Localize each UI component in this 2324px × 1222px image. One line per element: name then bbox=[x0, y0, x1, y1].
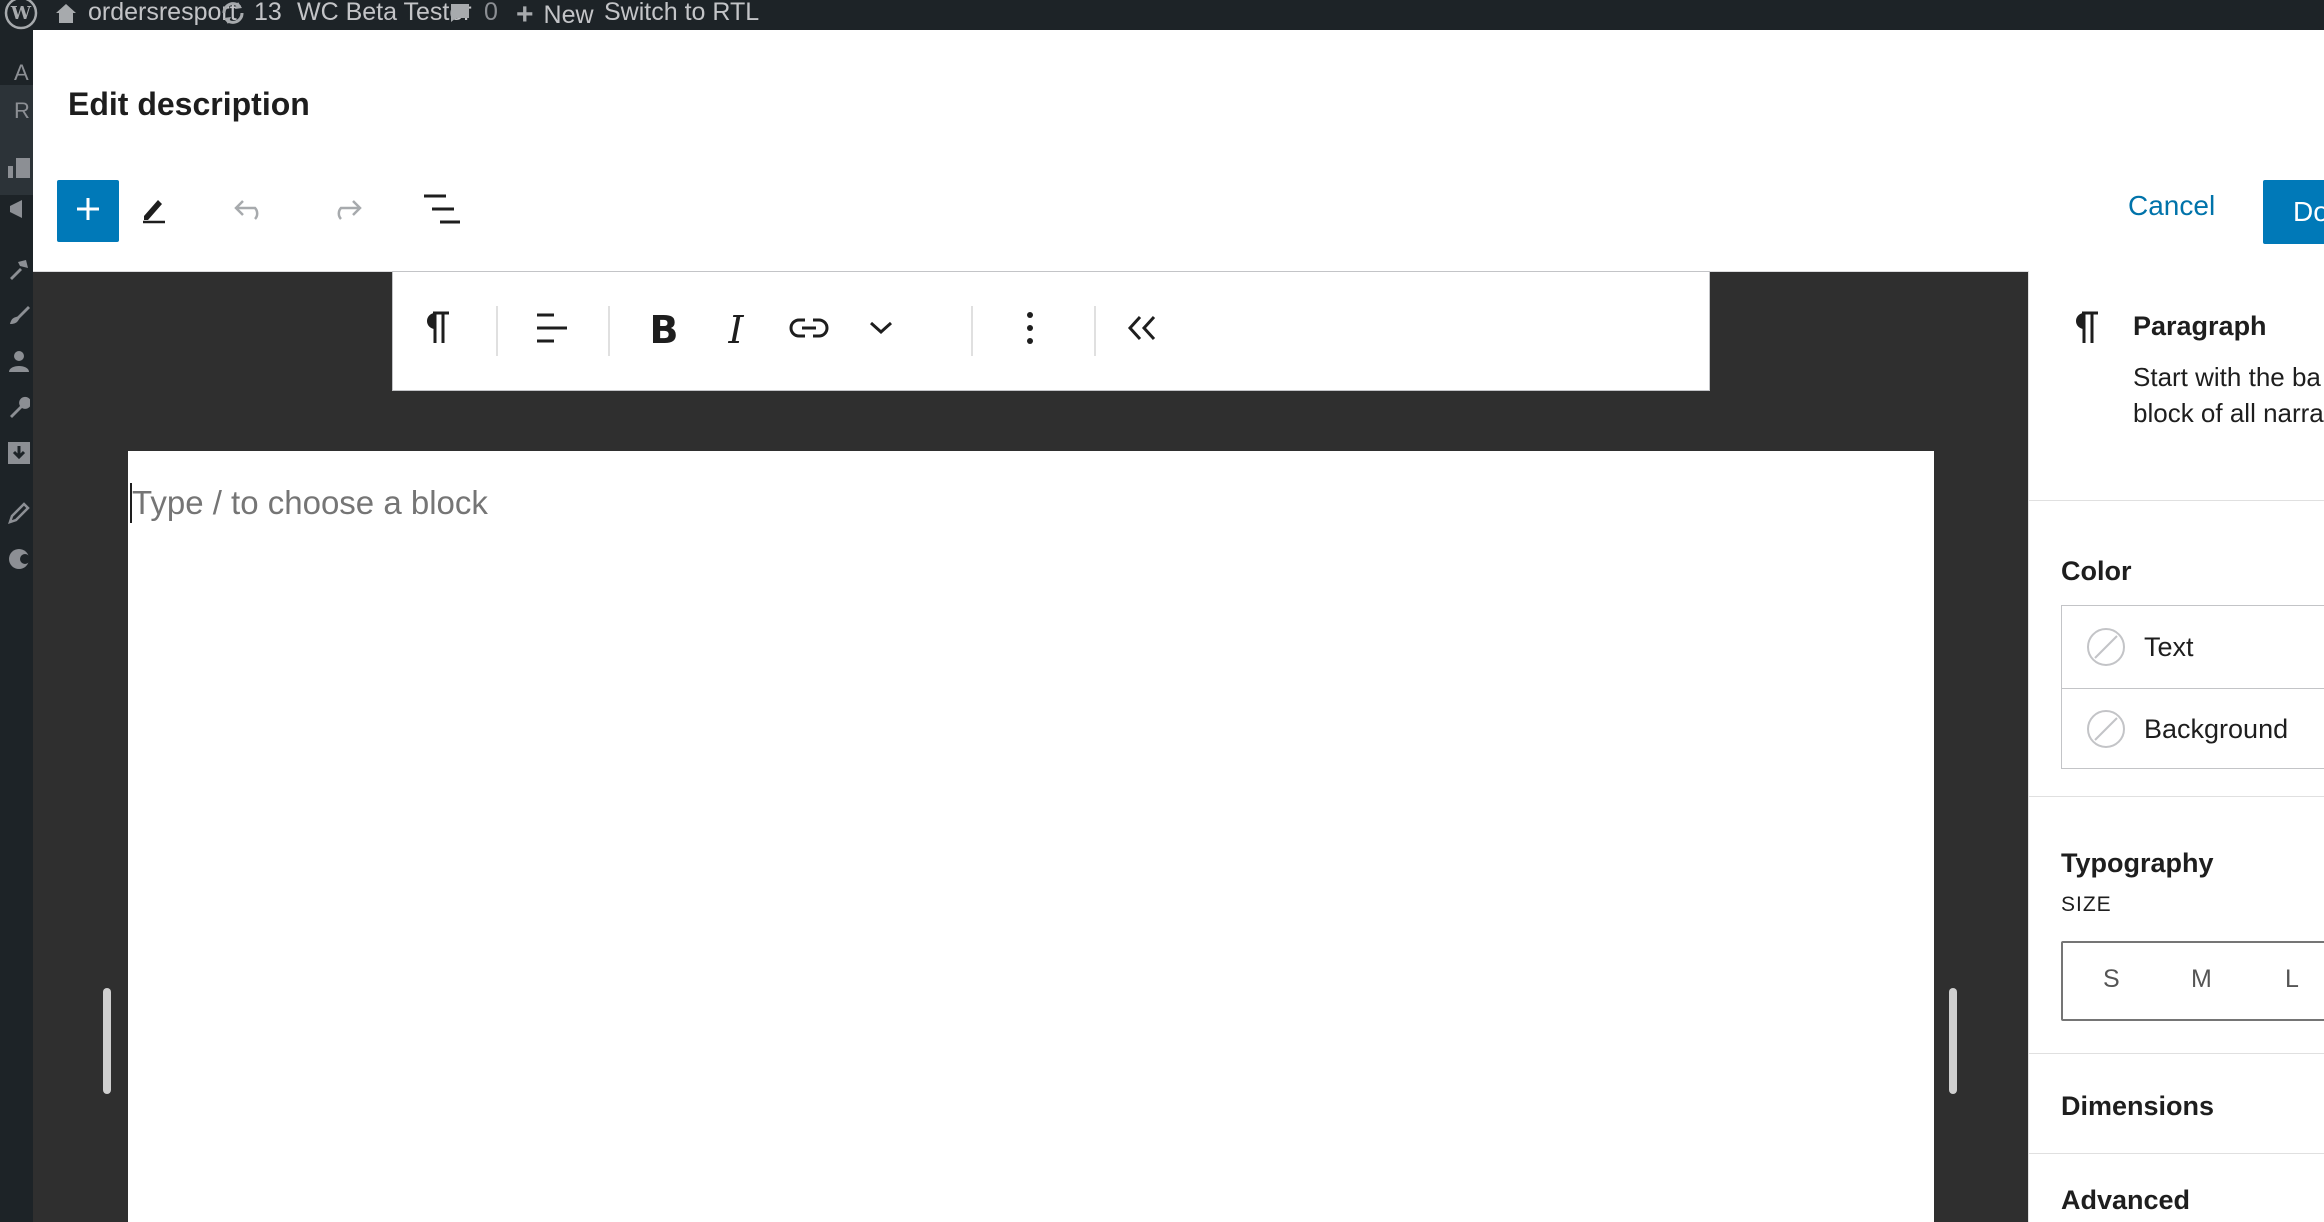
block-description: Start with the ba block of all narra bbox=[2133, 359, 2324, 431]
block-card: Paragraph Start with the ba block of all… bbox=[2029, 271, 2324, 501]
document-outline-button[interactable] bbox=[411, 180, 473, 242]
bold-button[interactable]: B bbox=[636, 302, 692, 358]
text-color-item[interactable]: Text bbox=[2062, 606, 2324, 689]
background-color-label: Background bbox=[2144, 714, 2289, 744]
updates-link[interactable]: 13 bbox=[220, 0, 282, 27]
block-description-line: block of all narra bbox=[2133, 398, 2324, 428]
cancel-button[interactable]: Cancel bbox=[2128, 190, 2215, 222]
dimensions-panel: Dimensions bbox=[2029, 1053, 2324, 1154]
block-description-line: Start with the ba bbox=[2133, 362, 2321, 392]
circle-icon[interactable] bbox=[8, 548, 30, 570]
list-view-icon bbox=[422, 192, 462, 231]
comment-icon bbox=[450, 3, 470, 23]
redo-icon bbox=[329, 197, 363, 226]
block-placeholder[interactable]: Type / to choose a block bbox=[130, 483, 488, 523]
plus-icon bbox=[74, 195, 102, 228]
toolbar-separator bbox=[496, 306, 498, 356]
align-left-icon bbox=[534, 312, 570, 349]
admin-menu-letter[interactable]: R bbox=[14, 98, 30, 124]
align-button[interactable] bbox=[524, 302, 580, 358]
comments-count: 0 bbox=[484, 0, 498, 26]
font-size-label: SIZE bbox=[2061, 893, 2112, 916]
empty-swatch-icon bbox=[2086, 627, 2126, 672]
italic-button[interactable]: I bbox=[708, 302, 764, 358]
admin-menu: A R bbox=[0, 30, 33, 1222]
advanced-panel-title[interactable]: Advanced bbox=[2061, 1185, 2190, 1216]
undo-button[interactable] bbox=[219, 180, 281, 242]
brush-icon[interactable] bbox=[8, 304, 30, 326]
hammer-icon[interactable] bbox=[8, 258, 30, 280]
block-type-button[interactable] bbox=[409, 302, 465, 358]
font-size-picker: S M L bbox=[2061, 941, 2324, 1021]
canvas-resize-handle-left[interactable] bbox=[103, 988, 111, 1094]
site-name: ordersresport bbox=[88, 0, 237, 26]
link-button[interactable] bbox=[781, 302, 837, 358]
undo-icon bbox=[233, 197, 267, 226]
plugin-label: WC Beta Tester bbox=[297, 0, 472, 26]
modal-title: Edit description bbox=[68, 86, 310, 122]
megaphone-icon[interactable] bbox=[8, 198, 30, 220]
admin-bar: W ordersresport 13 WC Beta Tester 0 + Ne… bbox=[0, 0, 2324, 32]
block-inserter-button[interactable] bbox=[57, 180, 119, 242]
background-color-item[interactable]: Background bbox=[2062, 688, 2324, 770]
redo-button[interactable] bbox=[315, 180, 377, 242]
more-vertical-icon bbox=[1026, 311, 1034, 350]
color-settings-group: Text Background bbox=[2061, 605, 2324, 769]
new-content-link[interactable]: + New bbox=[516, 0, 594, 32]
toolbar-separator bbox=[971, 306, 973, 356]
color-panel-title[interactable]: Color bbox=[2061, 556, 2132, 587]
comments-link[interactable]: 0 bbox=[450, 0, 498, 27]
font-size-medium[interactable]: M bbox=[2191, 965, 2212, 994]
users-icon[interactable] bbox=[8, 350, 30, 372]
new-label: New bbox=[543, 0, 594, 29]
more-formatting-button[interactable] bbox=[853, 302, 909, 358]
paragraph-icon bbox=[2071, 309, 2101, 352]
toolbar-separator bbox=[608, 306, 610, 356]
editor-canvas[interactable]: Type / to choose a block bbox=[128, 451, 1934, 1222]
collapse-toolbar-button[interactable] bbox=[1114, 302, 1170, 358]
tools-button[interactable] bbox=[123, 180, 185, 242]
import-icon[interactable] bbox=[8, 442, 30, 464]
chevron-double-left-icon bbox=[1126, 314, 1158, 347]
chevron-down-icon bbox=[868, 320, 894, 341]
updates-icon bbox=[220, 0, 246, 26]
wrench-icon[interactable] bbox=[8, 396, 32, 418]
wordpress-logo-icon[interactable]: W bbox=[4, 0, 38, 30]
plugin-link[interactable]: WC Beta Tester bbox=[297, 0, 472, 27]
italic-icon: I bbox=[728, 308, 744, 352]
block-inspector: Paragraph Start with the ba block of all… bbox=[2028, 271, 2324, 1222]
font-size-small[interactable]: S bbox=[2103, 965, 2120, 994]
link-icon bbox=[789, 316, 829, 345]
dimensions-panel-title[interactable]: Dimensions bbox=[2061, 1091, 2214, 1122]
block-toolbar: B I bbox=[392, 271, 1710, 391]
dashboard-icon[interactable] bbox=[8, 156, 30, 178]
empty-swatch-icon bbox=[2086, 709, 2126, 754]
pen-icon[interactable] bbox=[8, 502, 30, 524]
done-button[interactable]: Done bbox=[2263, 180, 2324, 244]
rtl-label: Switch to RTL bbox=[604, 0, 760, 26]
font-size-large[interactable]: L bbox=[2285, 965, 2299, 994]
edit-description-modal: Edit description Cancel Do B I Type / to… bbox=[33, 30, 2324, 1222]
toolbar-separator bbox=[1094, 306, 1096, 356]
site-name-link[interactable]: ordersresport bbox=[54, 0, 237, 27]
canvas-resize-handle-right[interactable] bbox=[1949, 988, 1957, 1094]
advanced-panel: Advanced bbox=[2029, 1153, 2324, 1222]
updates-count: 13 bbox=[254, 0, 282, 26]
modal-header: Edit description Cancel Do bbox=[33, 30, 2324, 272]
svg-text:W: W bbox=[10, 3, 32, 24]
block-name: Paragraph bbox=[2133, 311, 2267, 341]
admin-menu-letter[interactable]: A bbox=[14, 60, 29, 86]
typography-panel-title[interactable]: Typography bbox=[2061, 848, 2214, 879]
pencil-icon bbox=[139, 194, 169, 229]
plus-icon: + bbox=[516, 0, 534, 31]
home-icon bbox=[54, 1, 78, 25]
paragraph-icon bbox=[422, 309, 452, 352]
switch-rtl-link[interactable]: Switch to RTL bbox=[604, 0, 759, 27]
block-options-button[interactable] bbox=[1002, 302, 1058, 358]
text-color-label: Text bbox=[2144, 632, 2194, 662]
bold-icon: B bbox=[649, 308, 679, 352]
